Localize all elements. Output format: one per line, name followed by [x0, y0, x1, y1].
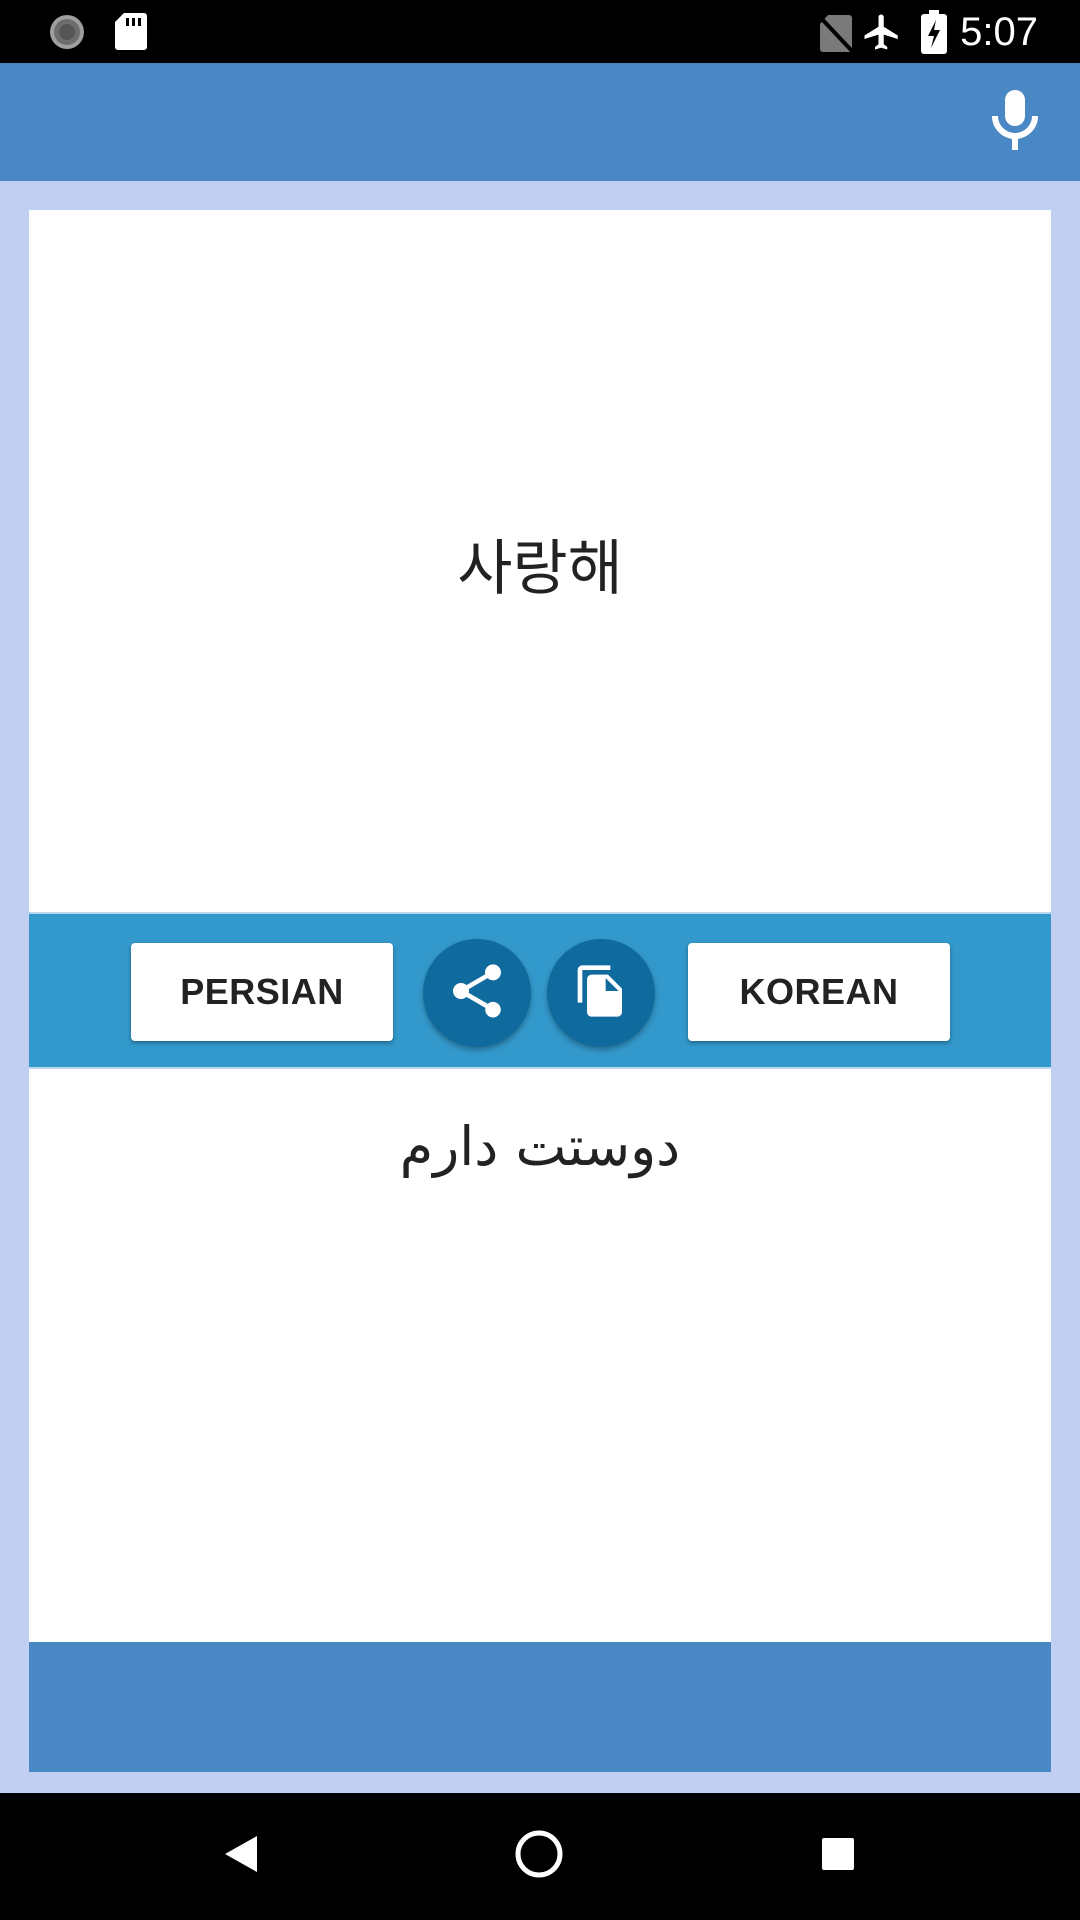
app-bar: [0, 63, 1080, 181]
source-text: 사랑해: [457, 534, 623, 604]
recents-icon: [820, 1836, 856, 1877]
source-language-button[interactable]: PERSIAN: [131, 943, 393, 1041]
banner-area: [29, 1642, 1051, 1772]
back-button[interactable]: [208, 1823, 274, 1889]
voice-input-button[interactable]: [980, 87, 1050, 157]
navigation-bar: [0, 1793, 1080, 1920]
sd-card-icon: [114, 11, 148, 56]
mic-icon: [989, 88, 1041, 157]
share-icon: [445, 959, 509, 1028]
translated-text: دوستت دارم: [399, 1115, 681, 1178]
home-icon: [514, 1829, 564, 1884]
battery-charging-icon: [920, 10, 948, 59]
back-icon: [221, 1832, 261, 1881]
target-language-button[interactable]: KOREAN: [688, 943, 950, 1041]
recents-button[interactable]: [805, 1823, 871, 1889]
no-sim-icon: [818, 13, 854, 58]
clock: 5:07: [960, 10, 1038, 54]
share-button[interactable]: [423, 939, 531, 1047]
copy-icon: [573, 963, 629, 1024]
status-bar: 5:07: [0, 0, 1080, 63]
loading-spinner-icon: [47, 12, 87, 57]
airplane-mode-icon: [861, 10, 903, 59]
home-button[interactable]: [506, 1823, 572, 1889]
language-control-bar: PERSIAN KOREAN: [29, 912, 1051, 1069]
copy-button[interactable]: [547, 939, 655, 1047]
